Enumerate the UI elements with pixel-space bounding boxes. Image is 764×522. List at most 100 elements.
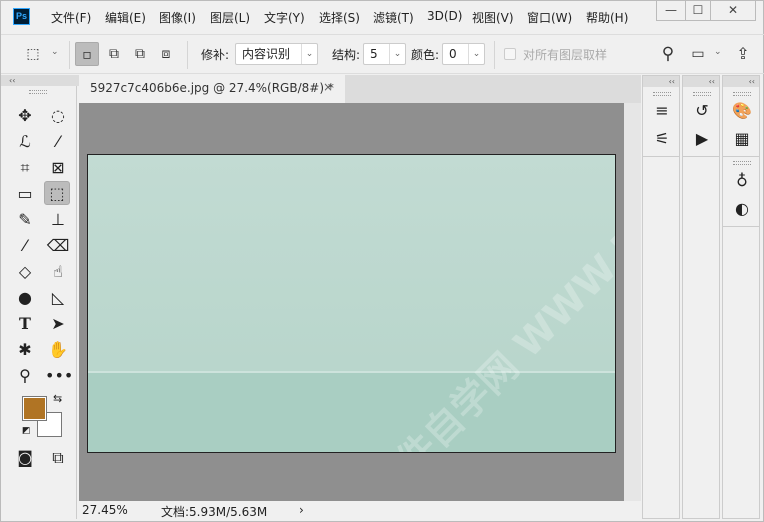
more-tools-icon[interactable]: ••• xyxy=(45,364,73,388)
menu-edit[interactable]: 编辑(E) xyxy=(105,9,146,26)
status-menu-arrow[interactable]: › xyxy=(299,503,304,517)
close-button[interactable]: ✕ xyxy=(710,1,756,21)
collapse-icon[interactable]: ‹‹ xyxy=(683,76,719,87)
lasso-tool-icon[interactable]: ℒ xyxy=(12,130,38,154)
add-selection-icon[interactable]: ⧉ xyxy=(102,42,126,66)
divider xyxy=(723,156,759,157)
patch-tool-icon[interactable]: ⬚ xyxy=(44,181,70,205)
structure-select[interactable]: 5 ⌄ xyxy=(363,43,406,65)
panel-column-1: ‹‹ ≡ ⚟ xyxy=(642,75,680,519)
share-icon[interactable]: ⇪ xyxy=(731,42,755,66)
document-tab-title: 5927c7c406b6e.jpg @ 27.4%(RGB/8#) * xyxy=(90,81,334,95)
path-selection-tool-icon[interactable]: ➤ xyxy=(45,312,71,336)
intersect-selection-icon[interactable]: ⧈ xyxy=(154,42,178,66)
menu-view[interactable]: 视图(V) xyxy=(472,9,514,26)
divider xyxy=(683,156,719,157)
document-info: 文档:5.93M/5.63M xyxy=(161,505,268,519)
ruler-tool-icon[interactable]: ▭ xyxy=(12,182,38,206)
foreground-color-swatch[interactable] xyxy=(22,396,47,421)
swap-colors-icon[interactable]: ⇆ xyxy=(53,392,62,405)
image-sea xyxy=(88,371,615,452)
divider xyxy=(494,41,495,69)
pen-tool-icon[interactable]: ◺ xyxy=(45,286,71,310)
patch-select[interactable]: 内容识别 ⌄ xyxy=(235,43,318,65)
smudge-tool-icon[interactable]: ☝ xyxy=(45,260,71,284)
menu-filter[interactable]: 滤镜(T) xyxy=(373,9,414,26)
photoshop-logo: Ps xyxy=(13,8,30,25)
minimize-button[interactable]: — xyxy=(656,1,686,21)
panel-grip[interactable] xyxy=(653,92,671,96)
close-tab-icon[interactable]: × xyxy=(323,80,333,94)
custom-shape-tool-icon[interactable]: ✱ xyxy=(12,338,38,362)
color-value: 0 xyxy=(449,47,457,61)
panel-grip[interactable] xyxy=(733,92,751,96)
menu-select[interactable]: 选择(S) xyxy=(319,9,360,26)
sample-all-label: 对所有图层取样 xyxy=(523,48,608,62)
collapse-icon[interactable]: ‹‹ xyxy=(643,76,679,87)
history-icon[interactable]: ↺ xyxy=(689,100,715,122)
maximize-button[interactable]: ☐ xyxy=(685,1,711,21)
swatches-grid-icon[interactable]: ▦ xyxy=(729,128,755,150)
actions-play-icon[interactable]: ▶ xyxy=(689,128,715,150)
divider xyxy=(69,41,70,69)
hand-tool-icon[interactable]: ✋ xyxy=(45,338,71,362)
workspace-icon[interactable]: ▭ xyxy=(686,42,710,66)
divider xyxy=(723,226,759,227)
brush-settings-icon[interactable]: ≡ xyxy=(649,100,675,122)
screen-mode-icon[interactable]: ⧉ xyxy=(45,446,71,470)
document-image[interactable]: 软件自学网 WWW.RJZXW.COM xyxy=(87,154,616,453)
learn-lightbulb-icon[interactable]: ♁ xyxy=(729,170,755,192)
color-palette-icon[interactable]: 🎨 xyxy=(729,100,755,122)
default-colors-icon[interactable]: ◩ xyxy=(22,426,31,436)
panel-column-3: ‹‹ 🎨 ▦ ♁ ◐ xyxy=(722,75,760,519)
vertical-scrollbar[interactable] xyxy=(624,103,641,501)
status-bar: 27.45% 文档:5.93M/5.63M › xyxy=(79,501,641,519)
zoom-level[interactable]: 27.45% xyxy=(82,503,128,517)
menu-help[interactable]: 帮助(H) xyxy=(586,9,628,26)
zoom-tool-icon[interactable]: ⚲ xyxy=(12,364,38,388)
sample-all-checkbox[interactable] xyxy=(504,48,516,60)
options-bar: ⬚ ⌄ ▫ ⧉ ⧉ ⧈ 修补: 内容识别 ⌄ 结构: 5 ⌄ 颜色: 0 ⌄ 对所有图… xyxy=(1,34,764,74)
new-selection-icon[interactable]: ▫ xyxy=(75,42,99,66)
panel-grip[interactable] xyxy=(733,161,751,165)
menu-bar: Ps 文件(F) 编辑(E) 图像(I) 图层(L) 文字(Y) 选择(S) 滤… xyxy=(1,1,764,33)
toolbar-grip[interactable] xyxy=(29,90,47,94)
structure-value: 5 xyxy=(370,47,378,61)
marquee-tool-icon[interactable]: ◌ xyxy=(45,104,71,128)
menu-image[interactable]: 图像(I) xyxy=(159,9,196,26)
chevron-down-icon: ⌄ xyxy=(468,44,484,64)
menu-type[interactable]: 文字(Y) xyxy=(264,9,305,26)
brush-presets-icon[interactable]: ⚟ xyxy=(649,128,675,150)
divider xyxy=(643,156,679,157)
stamp-tool-icon[interactable]: ⊥ xyxy=(45,208,71,232)
move-tool-icon[interactable]: ✥ xyxy=(12,104,38,128)
toolbar-collapse-icon[interactable]: ‹‹ xyxy=(1,75,79,86)
document-tab[interactable]: 5927c7c406b6e.jpg @ 27.4%(RGB/8#) * × xyxy=(79,75,345,103)
adjustments-icon[interactable]: ◐ xyxy=(729,198,755,220)
chevron-down-icon[interactable]: ⌄ xyxy=(714,47,722,57)
color-select[interactable]: 0 ⌄ xyxy=(442,43,485,65)
dodge-tool-icon[interactable]: ● xyxy=(12,286,38,310)
divider xyxy=(187,41,188,69)
search-icon[interactable]: ⚲ xyxy=(656,42,680,66)
quick-mask-icon[interactable]: ◙ xyxy=(12,446,38,470)
menu-layer[interactable]: 图层(L) xyxy=(210,9,250,26)
patch-tool-preset-icon[interactable]: ⬚ xyxy=(21,42,45,66)
eraser-tool-icon[interactable]: ⌫ xyxy=(45,234,71,258)
color-label: 颜色: xyxy=(411,48,440,62)
menu-3d[interactable]: 3D(D) xyxy=(427,9,462,23)
paint-bucket-tool-icon[interactable]: ◇ xyxy=(12,260,38,284)
menu-file[interactable]: 文件(F) xyxy=(51,9,91,26)
type-tool-icon[interactable]: T xyxy=(12,312,38,336)
frame-tool-icon[interactable]: ⊠ xyxy=(45,156,71,180)
menu-window[interactable]: 窗口(W) xyxy=(527,9,572,26)
collapse-icon[interactable]: ‹‹ xyxy=(723,76,759,87)
panel-grip[interactable] xyxy=(693,92,711,96)
subtract-selection-icon[interactable]: ⧉ xyxy=(128,42,152,66)
history-brush-tool-icon[interactable]: ⁄ xyxy=(12,234,38,258)
crop-tool-icon[interactable]: ⌗ xyxy=(12,156,38,180)
quick-selection-tool-icon[interactable]: ⁄ xyxy=(45,130,71,154)
chevron-down-icon[interactable]: ⌄ xyxy=(51,47,59,57)
chevron-down-icon: ⌄ xyxy=(301,44,317,64)
brush-tool-icon[interactable]: ✎ xyxy=(12,208,38,232)
